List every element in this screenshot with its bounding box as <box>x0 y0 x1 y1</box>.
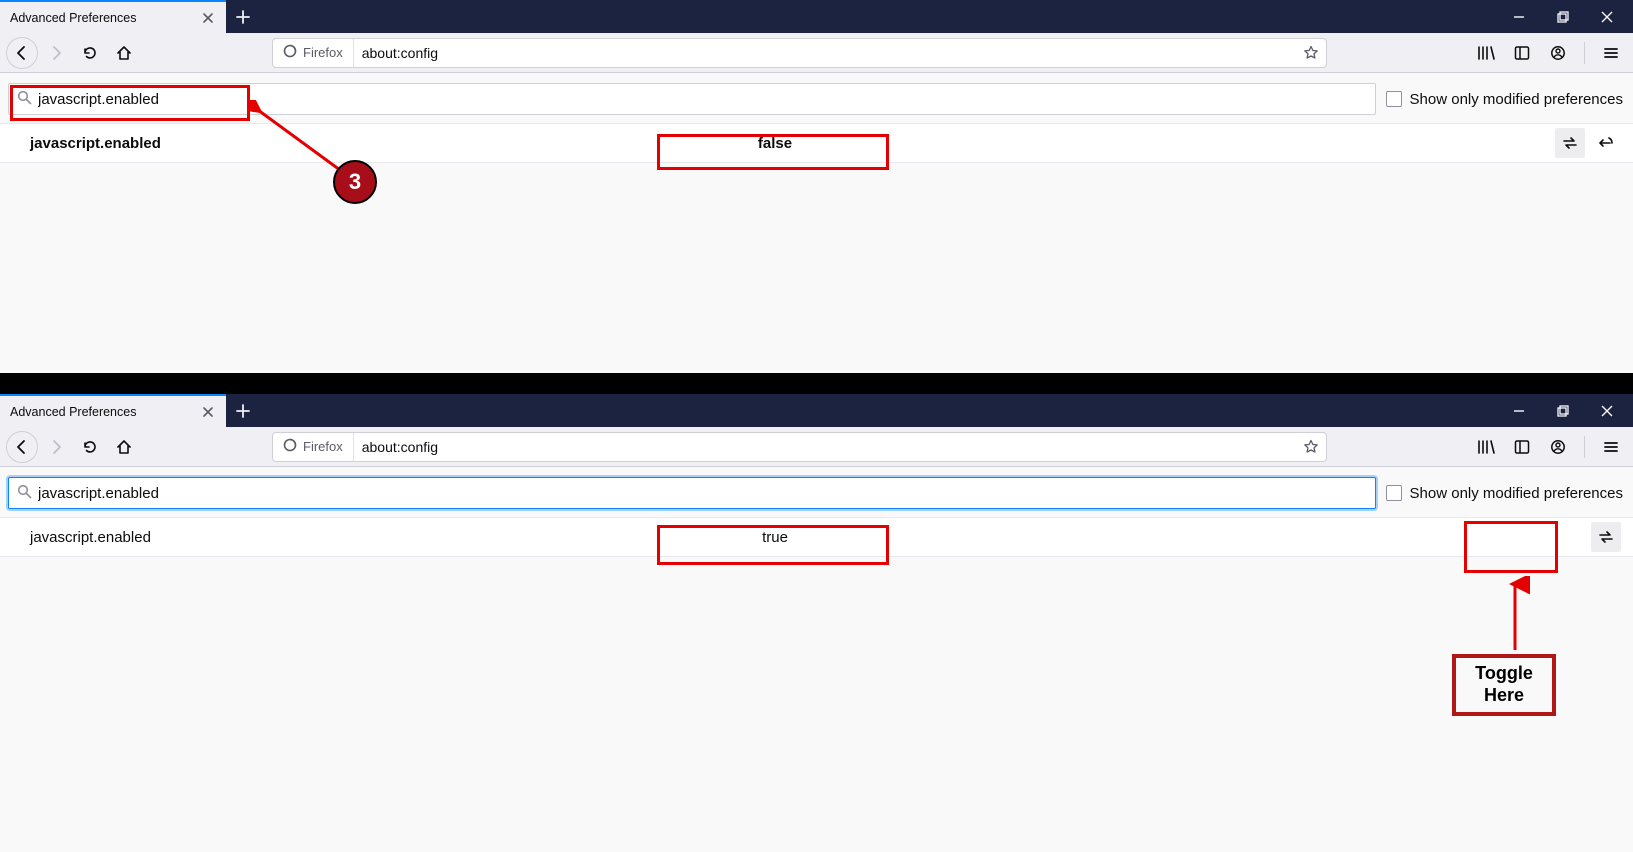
tab-advanced-preferences[interactable]: Advanced Preferences <box>0 394 226 427</box>
sidebar-icon[interactable] <box>1506 37 1538 69</box>
pref-search-input[interactable] <box>38 91 1367 108</box>
app-menu-icon[interactable] <box>1595 37 1627 69</box>
pref-value-cell: false <box>655 135 895 152</box>
maximize-button[interactable] <box>1551 399 1575 423</box>
pref-row-javascript-enabled[interactable]: javascript.enabled true <box>0 517 1633 557</box>
new-tab-button[interactable] <box>226 0 259 33</box>
screenshot-divider <box>0 372 1633 394</box>
pref-value: false <box>758 135 792 152</box>
search-row: Show only modified preferences <box>0 73 1633 123</box>
close-tab-icon[interactable] <box>200 10 216 26</box>
forward-button[interactable] <box>40 431 72 463</box>
back-button[interactable] <box>6 37 38 69</box>
account-icon[interactable] <box>1542 37 1574 69</box>
only-modified-checkbox[interactable]: Show only modified preferences <box>1386 91 1625 108</box>
search-icon <box>17 484 32 503</box>
only-modified-label: Show only modified preferences <box>1410 485 1623 502</box>
identity-label: Firefox <box>303 439 343 454</box>
maximize-button[interactable] <box>1551 5 1575 29</box>
checkbox-icon[interactable] <box>1386 91 1402 107</box>
close-tab-icon[interactable] <box>200 404 216 420</box>
toolbar-separator <box>1584 42 1585 64</box>
search-icon <box>17 90 32 109</box>
browser-window-2: Advanced Preferences Firefox <box>0 394 1633 791</box>
toggle-button[interactable] <box>1555 128 1585 158</box>
window-controls <box>1493 394 1633 427</box>
pref-search-box[interactable] <box>8 477 1376 509</box>
firefox-icon <box>283 44 297 61</box>
tab-strip: Advanced Preferences <box>0 0 1633 33</box>
reload-button[interactable] <box>74 431 106 463</box>
forward-button[interactable] <box>40 37 72 69</box>
nav-toolbar: Firefox <box>0 427 1633 467</box>
checkbox-icon[interactable] <box>1386 485 1402 501</box>
bookmark-star-icon[interactable] <box>1296 432 1326 462</box>
pref-row-javascript-enabled[interactable]: javascript.enabled false <box>0 123 1633 163</box>
tab-title: Advanced Preferences <box>10 11 194 25</box>
pref-value-cell: true <box>655 529 895 546</box>
browser-window-1: Advanced Preferences Firefox <box>0 0 1633 372</box>
minimize-button[interactable] <box>1507 399 1531 423</box>
nav-right-controls <box>1470 37 1627 69</box>
back-button[interactable] <box>6 431 38 463</box>
window-controls <box>1493 0 1633 33</box>
url-bar[interactable]: Firefox <box>272 432 1327 462</box>
reload-button[interactable] <box>74 37 106 69</box>
only-modified-label: Show only modified preferences <box>1410 91 1623 108</box>
bookmark-star-icon[interactable] <box>1296 38 1326 68</box>
firefox-icon <box>283 438 297 455</box>
app-menu-icon[interactable] <box>1595 431 1627 463</box>
about-config-content: Show only modified preferences javascrip… <box>0 467 1633 852</box>
close-window-button[interactable] <box>1595 5 1619 29</box>
library-icon[interactable] <box>1470 431 1502 463</box>
new-tab-button[interactable] <box>226 394 259 427</box>
home-button[interactable] <box>108 37 140 69</box>
nav-right-controls <box>1470 431 1627 463</box>
identity-label: Firefox <box>303 45 343 60</box>
sidebar-icon[interactable] <box>1506 431 1538 463</box>
url-input[interactable] <box>354 439 1296 455</box>
tab-strip: Advanced Preferences <box>0 394 1633 427</box>
library-icon[interactable] <box>1470 37 1502 69</box>
pref-value: true <box>762 529 788 546</box>
url-bar[interactable]: Firefox <box>272 38 1327 68</box>
identity-box[interactable]: Firefox <box>273 39 354 67</box>
toggle-button[interactable] <box>1591 522 1621 552</box>
pref-row-actions <box>1555 128 1621 158</box>
pref-search-input[interactable] <box>38 485 1367 502</box>
pref-search-box[interactable] <box>8 83 1376 115</box>
toolbar-separator <box>1584 436 1585 458</box>
about-config-content: Show only modified preferences javascrip… <box>0 73 1633 373</box>
close-window-button[interactable] <box>1595 399 1619 423</box>
minimize-button[interactable] <box>1507 5 1531 29</box>
home-button[interactable] <box>108 431 140 463</box>
tab-advanced-preferences[interactable]: Advanced Preferences <box>0 0 226 33</box>
account-icon[interactable] <box>1542 431 1574 463</box>
pref-name: javascript.enabled <box>30 135 610 152</box>
only-modified-checkbox[interactable]: Show only modified preferences <box>1386 485 1625 502</box>
nav-toolbar: Firefox <box>0 33 1633 73</box>
search-row: Show only modified preferences <box>0 467 1633 517</box>
reset-button[interactable] <box>1591 128 1621 158</box>
tab-title: Advanced Preferences <box>10 405 194 419</box>
pref-row-actions <box>1591 522 1621 552</box>
pref-name: javascript.enabled <box>30 529 610 546</box>
identity-box[interactable]: Firefox <box>273 433 354 461</box>
url-input[interactable] <box>354 45 1296 61</box>
